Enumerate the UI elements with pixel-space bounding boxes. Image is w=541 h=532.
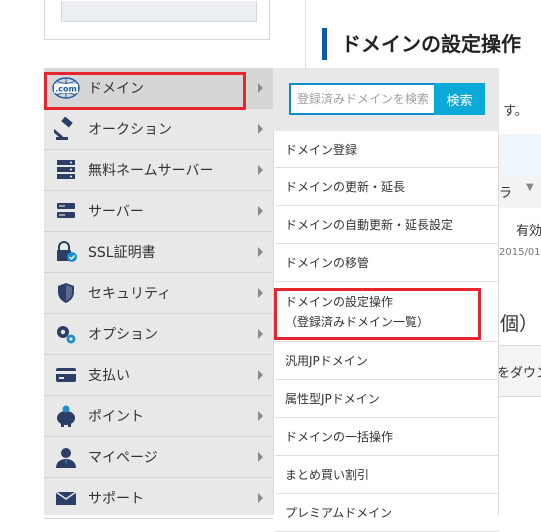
dotcom-globe-icon: .com	[52, 76, 80, 100]
shield-icon	[52, 281, 80, 305]
server-icon	[52, 158, 80, 182]
submenu-item-bulk-discount[interactable]: まとめ買い割引	[275, 456, 499, 494]
download-link[interactable]: をダウン	[497, 362, 541, 381]
chevron-right-icon	[258, 206, 263, 216]
nav-item-label: ポイント	[88, 409, 144, 425]
page-title: ドメインの設定操作	[322, 28, 521, 60]
chevron-right-icon	[258, 124, 263, 134]
nav-item-option[interactable]: オプション	[44, 314, 273, 355]
nav-item-label: 無料ネームサーバー	[88, 163, 214, 179]
submenu-item-sublabel: （登録済みドメイン一覧）	[285, 314, 430, 329]
domain-search-input[interactable]	[289, 83, 434, 115]
chevron-right-icon	[258, 247, 263, 257]
ssl-lock-icon	[52, 240, 80, 264]
nav-item-point[interactable]: ポイント	[44, 396, 273, 437]
table-header-band	[497, 134, 541, 176]
submenu-item-domain-register[interactable]: ドメイン登録	[275, 131, 499, 168]
sort-caret-icon: ▼	[526, 182, 534, 193]
submenu-item-auto-renew[interactable]: ドメインの自動更新・延長設定	[275, 206, 499, 244]
main-nav: .com ドメイン オークション 無料ネームサーバー サーバー SSL証明書 セ…	[44, 68, 273, 519]
submenu-item-domain-transfer[interactable]: ドメインの移管	[275, 244, 499, 282]
nav-item-free-nameserver[interactable]: 無料ネームサーバー	[44, 150, 273, 191]
nav-item-mypage[interactable]: マイページ	[44, 437, 273, 478]
chevron-right-icon	[258, 411, 263, 421]
submenu-item-domain-renew[interactable]: ドメインの更新・延長	[275, 168, 499, 206]
status-yuko: 有効	[516, 224, 541, 239]
domain-count: 個）	[500, 313, 539, 335]
nav-item-auction[interactable]: オークション	[44, 109, 273, 150]
chevron-right-icon	[258, 493, 263, 503]
nav-item-ssl[interactable]: SSL証明書	[44, 232, 273, 273]
column-header-ra: ラ	[499, 186, 513, 201]
chevron-right-icon	[258, 329, 263, 339]
nav-item-domain[interactable]: .com ドメイン	[44, 68, 273, 109]
user-icon	[52, 445, 80, 469]
nav-item-label: セキュリティ	[88, 286, 172, 302]
nav-item-label: サーバー	[88, 204, 144, 220]
mail-icon	[52, 486, 80, 510]
top-panel-box	[44, 0, 270, 40]
date-partial: 2015/01,	[499, 247, 541, 258]
submenu-item-bulk-operation[interactable]: ドメインの一括操作	[275, 418, 499, 456]
nav-item-support[interactable]: サポート	[44, 478, 273, 519]
submenu-item-label: ドメインの設定操作	[285, 294, 394, 309]
piggy-bank-icon	[52, 404, 80, 428]
submenu-item-premium-domain[interactable]: プレミアムドメイン	[275, 494, 499, 532]
submenu-search-area: 検索	[273, 68, 499, 131]
intro-text: す。	[503, 104, 528, 119]
search-button[interactable]: 検索	[434, 83, 485, 115]
nav-item-server[interactable]: サーバー	[44, 191, 273, 232]
nav-item-label: サポート	[88, 491, 144, 507]
nav-item-security[interactable]: セキュリティ	[44, 273, 273, 314]
nav-item-label: マイページ	[88, 450, 158, 466]
submenu-item-general-jp[interactable]: 汎用JPドメイン	[275, 342, 499, 380]
nav-item-payment[interactable]: 支払い	[44, 355, 273, 396]
gavel-icon	[52, 117, 80, 141]
top-panel-inner	[61, 1, 257, 22]
credit-card-icon	[52, 363, 80, 387]
chevron-right-icon	[258, 165, 263, 175]
submenu-item-domain-settings[interactable]: ドメインの設定操作 （登録済みドメイン一覧）	[275, 282, 499, 342]
gears-icon	[52, 322, 80, 346]
nav-item-label: ドメイン	[88, 81, 144, 97]
svg-text:.com: .com	[55, 85, 77, 94]
domain-submenu: ドメイン登録 ドメインの更新・延長 ドメインの自動更新・延長設定 ドメインの移管…	[273, 68, 499, 532]
chevron-right-icon	[258, 452, 263, 462]
server-stack-icon	[52, 199, 80, 223]
chevron-right-icon	[258, 370, 263, 380]
nav-item-label: オークション	[88, 122, 172, 138]
submenu-item-attribute-jp[interactable]: 属性型JPドメイン	[275, 380, 499, 418]
nav-item-label: SSL証明書	[88, 245, 156, 261]
chevron-right-icon	[258, 83, 263, 93]
nav-item-label: オプション	[88, 327, 158, 343]
nav-item-label: 支払い	[88, 368, 130, 384]
chevron-right-icon	[258, 288, 263, 298]
